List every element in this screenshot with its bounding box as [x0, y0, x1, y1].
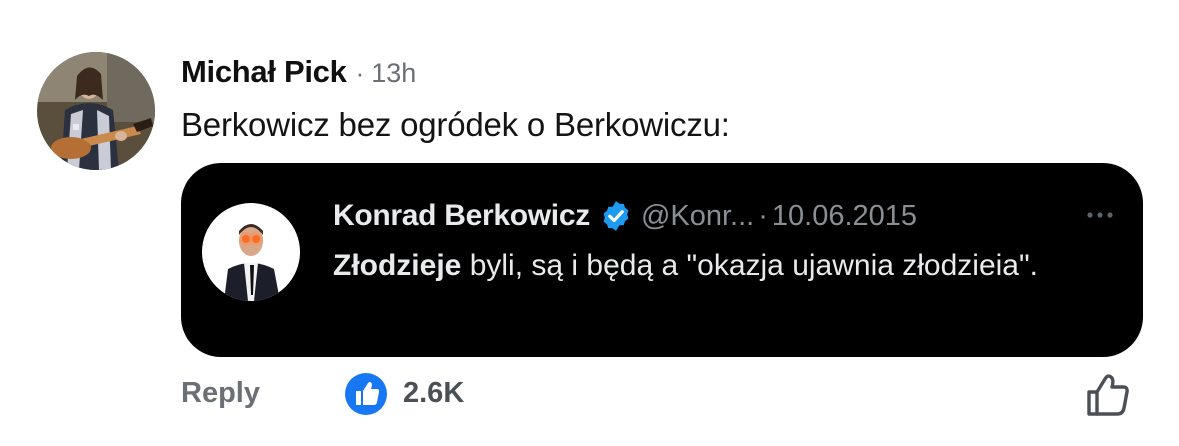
quoted-author-handle: @Konr... — [640, 199, 755, 232]
more-dots-icon — [1087, 212, 1113, 218]
quoted-author-avatar — [202, 203, 300, 301]
header-separator: · — [355, 58, 365, 88]
like-reaction-icon[interactable] — [344, 372, 388, 416]
quoted-header-separator: · — [758, 199, 768, 232]
comment-author-name[interactable]: Michał Pick — [181, 54, 347, 90]
quoted-post-text: Złodzieje byli, są i będą a "okazja ujaw… — [333, 245, 1063, 287]
like-count[interactable]: 2.6K — [403, 377, 464, 410]
quoted-text-rest: byli, są i będą a "okazja ujawnia złodzi… — [461, 249, 1038, 282]
comment-actions: Reply 2.6K — [181, 370, 1179, 420]
commenter-avatar[interactable] — [37, 52, 155, 170]
quoted-text-bold: Złodzieje — [333, 249, 462, 282]
quoted-post-date: 10.06.2015 — [771, 199, 918, 232]
quoted-post-image[interactable]: Konrad Berkowicz @Konr... · 10.06.2015 Z… — [181, 163, 1143, 357]
comment-timestamp[interactable]: 13h — [371, 58, 416, 89]
comment-text: Berkowicz bez ogródek o Berkowiczu: — [181, 106, 730, 143]
thumbs-up-outline-icon[interactable] — [1083, 370, 1133, 420]
reply-button[interactable]: Reply — [181, 377, 260, 410]
quoted-post-header: Konrad Berkowicz @Konr... · 10.06.2015 — [333, 199, 917, 233]
quoted-author-name: Konrad Berkowicz — [333, 199, 590, 232]
verified-badge-icon — [603, 201, 629, 231]
comment-header: Michał Pick · 13h — [181, 54, 416, 90]
